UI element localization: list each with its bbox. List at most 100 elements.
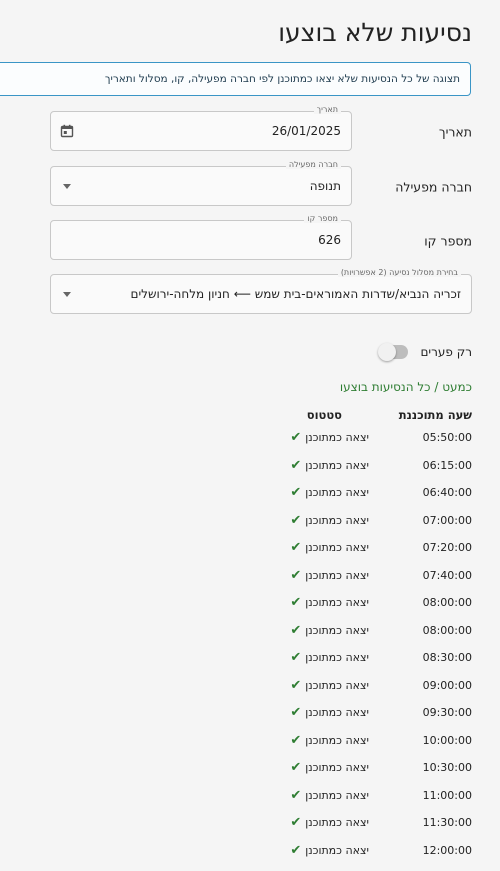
check-icon: ✔ xyxy=(290,624,301,637)
trip-status-text: יצאה כמתוכנן xyxy=(305,541,369,554)
trip-time: 08:00:00 xyxy=(423,596,472,609)
gaps-only-toggle-row: רק פערים xyxy=(380,345,472,359)
table-row: 07:20:00 יצאה כמתוכנן ✔ xyxy=(0,541,472,569)
trip-time: 10:30:00 xyxy=(423,761,472,774)
header-planned-time: שעה מתוכננת xyxy=(399,408,472,422)
operator-label: חברה מפעילה xyxy=(395,180,472,195)
line-row: מספר קו מספר קו 626 xyxy=(28,220,472,262)
table-row: 05:50:00יצאה כמתוכנן✔ xyxy=(0,431,472,459)
operator-value: תנופה xyxy=(310,179,341,193)
table-row: 08:00:00 יצאה כמתוכנן ✔ xyxy=(0,596,472,624)
trip-status: יצאה כמתוכנן ✔ xyxy=(290,431,369,444)
check-icon: ✔ xyxy=(290,761,301,774)
route-value: זכריה הנביא/שדרות האמוראים-בית שמש ⟵ חני… xyxy=(131,287,461,301)
check-icon: ✔ xyxy=(290,706,301,719)
trip-status: יצאה כמתוכנן ✔ xyxy=(290,816,369,829)
check-icon: ✔ xyxy=(290,596,301,609)
trip-time: 11:30:00 xyxy=(423,816,472,829)
check-icon: ✔ xyxy=(290,569,301,582)
date-value: 26/01/2025 xyxy=(272,124,341,138)
trip-status: יצאה כמתוכנן ✔ xyxy=(290,514,369,527)
header-status: סטטוס xyxy=(307,408,342,422)
trip-status-text: יצאה כמתוכנן xyxy=(305,844,369,857)
table-row: 08:00:00יצאה כמתוכנן✔ xyxy=(0,624,472,652)
check-icon: ✔ xyxy=(290,486,301,499)
trip-status-text: יצאה כמתוכנן xyxy=(305,816,369,829)
trip-status-text: יצאה כמתוכנן xyxy=(305,789,369,802)
trip-status: יצאה כמתוכנן ✔ xyxy=(290,789,369,802)
date-field-legend: תאריך xyxy=(314,105,341,114)
operator-field-legend: חברה מפעילה xyxy=(286,160,341,169)
trip-time: 07:20:00 xyxy=(423,541,472,554)
table-row: 10:30:00 יצאה כמתוכנן ✔ xyxy=(0,761,472,789)
trip-status: יצאה כמתוכנן ✔ xyxy=(290,761,369,774)
trip-time: 07:40:00 xyxy=(423,569,472,582)
trip-status: יצאה כמתוכנן✔ xyxy=(290,569,369,582)
line-field-legend: מספר קו xyxy=(304,214,341,223)
table-row: 07:40:00 יצאה כמתוכנן✔ xyxy=(0,569,472,597)
trip-status-text: יצאה כמתוכנן xyxy=(305,706,369,719)
route-row: בחירת מסלול נסיעה (2 אפשרויות) זכריה הנב… xyxy=(28,274,472,316)
trip-status: יצאה כמתוכנן✔ xyxy=(290,651,369,664)
check-icon: ✔ xyxy=(290,459,301,472)
check-icon: ✔ xyxy=(290,734,301,747)
operator-row: חברה מפעילה חברה מפעילה תנופה xyxy=(28,166,472,208)
date-field[interactable]: תאריך 26/01/2025 xyxy=(50,111,352,151)
table-row: 09:00:00 יצאה כמתוכנן ✔ xyxy=(0,679,472,707)
table-header: שעה מתוכננת סטטוס xyxy=(0,408,472,424)
table-row: 08:30:00יצאה כמתוכנן✔ xyxy=(0,651,472,679)
trip-time: 11:00:00 xyxy=(423,789,472,802)
check-icon: ✔ xyxy=(290,514,301,527)
check-icon: ✔ xyxy=(290,541,301,554)
route-select[interactable]: בחירת מסלול נסיעה (2 אפשרויות) זכריה הנב… xyxy=(50,274,472,314)
trip-status-text: יצאה כמתוכנן xyxy=(305,596,369,609)
info-banner-text: תצוגה של כל הנסיעות שלא יצאו כמתוכנן לפי… xyxy=(105,73,460,85)
gaps-only-label: רק פערים xyxy=(420,345,472,359)
trips-list: 05:50:00יצאה כמתוכנן✔06:15:00יצאה כמתוכנ… xyxy=(0,431,472,871)
table-row: 11:00:00 יצאה כמתוכנן ✔ xyxy=(0,789,472,817)
operator-select[interactable]: חברה מפעילה תנופה xyxy=(50,166,352,206)
line-number-value: 626 xyxy=(318,233,341,247)
trip-status: יצאה כמתוכנן ✔ xyxy=(290,706,369,719)
trip-status-text: יצאה כמתוכנן xyxy=(305,514,369,527)
trip-status-text: יצאה כמתוכנן xyxy=(305,679,369,692)
check-icon: ✔ xyxy=(290,679,301,692)
table-row: 11:30:00 יצאה כמתוכנן ✔ xyxy=(0,816,472,844)
toggle-knob xyxy=(378,343,396,361)
trip-time: 09:00:00 xyxy=(423,679,472,692)
line-number-input[interactable]: מספר קו 626 xyxy=(50,220,352,260)
date-label: תאריך xyxy=(439,125,472,140)
check-icon: ✔ xyxy=(290,844,301,857)
check-icon: ✔ xyxy=(290,431,301,444)
page-title: נסיעות שלא בוצעו xyxy=(278,18,472,47)
trip-time: 09:30:00 xyxy=(423,706,472,719)
route-field-legend: בחירת מסלול נסיעה (2 אפשרויות) xyxy=(338,268,461,277)
trip-status: יצאה כמתוכנן ✔ xyxy=(290,734,369,747)
caret-down-icon[interactable] xyxy=(60,287,74,301)
gaps-only-toggle[interactable] xyxy=(380,345,408,359)
date-row: תאריך תאריך 26/01/2025 xyxy=(28,111,472,153)
table-row: 09:30:00 יצאה כמתוכנן ✔ xyxy=(0,706,472,734)
check-icon: ✔ xyxy=(290,789,301,802)
check-icon: ✔ xyxy=(290,816,301,829)
line-label: מספר קו xyxy=(424,234,472,249)
trip-status: יצאה כמתוכנן ✔ xyxy=(290,844,369,857)
trip-time: 12:00:00 xyxy=(423,844,472,857)
trip-status-text: יצאה כמתוכנן xyxy=(305,734,369,747)
trip-status-text: יצאה כמתוכנן xyxy=(305,651,369,664)
trip-time: 06:40:00 xyxy=(423,486,472,499)
trip-time: 06:15:00 xyxy=(423,459,472,472)
trip-status: יצאה כמתוכנן✔ xyxy=(290,486,369,499)
trip-time: 08:00:00 xyxy=(423,624,472,637)
summary-text: כמעט / כל הנסיעות בוצעו xyxy=(340,380,472,394)
trip-status-text: יצאה כמתוכנן xyxy=(305,431,369,444)
trip-status: יצאה כמתוכנן ✔ xyxy=(290,596,369,609)
trip-time: 07:00:00 xyxy=(423,514,472,527)
trip-status: יצאה כמתוכנן✔ xyxy=(290,459,369,472)
table-row: 12:00:00 יצאה כמתוכנן ✔ xyxy=(0,844,472,871)
table-row: 07:00:00 יצאה כמתוכנן ✔ xyxy=(0,514,472,542)
calendar-icon[interactable] xyxy=(60,124,74,138)
caret-down-icon[interactable] xyxy=(60,179,74,193)
info-banner: תצוגה של כל הנסיעות שלא יצאו כמתוכנן לפי… xyxy=(0,62,471,96)
trip-status-text: יצאה כמתוכנן xyxy=(305,761,369,774)
